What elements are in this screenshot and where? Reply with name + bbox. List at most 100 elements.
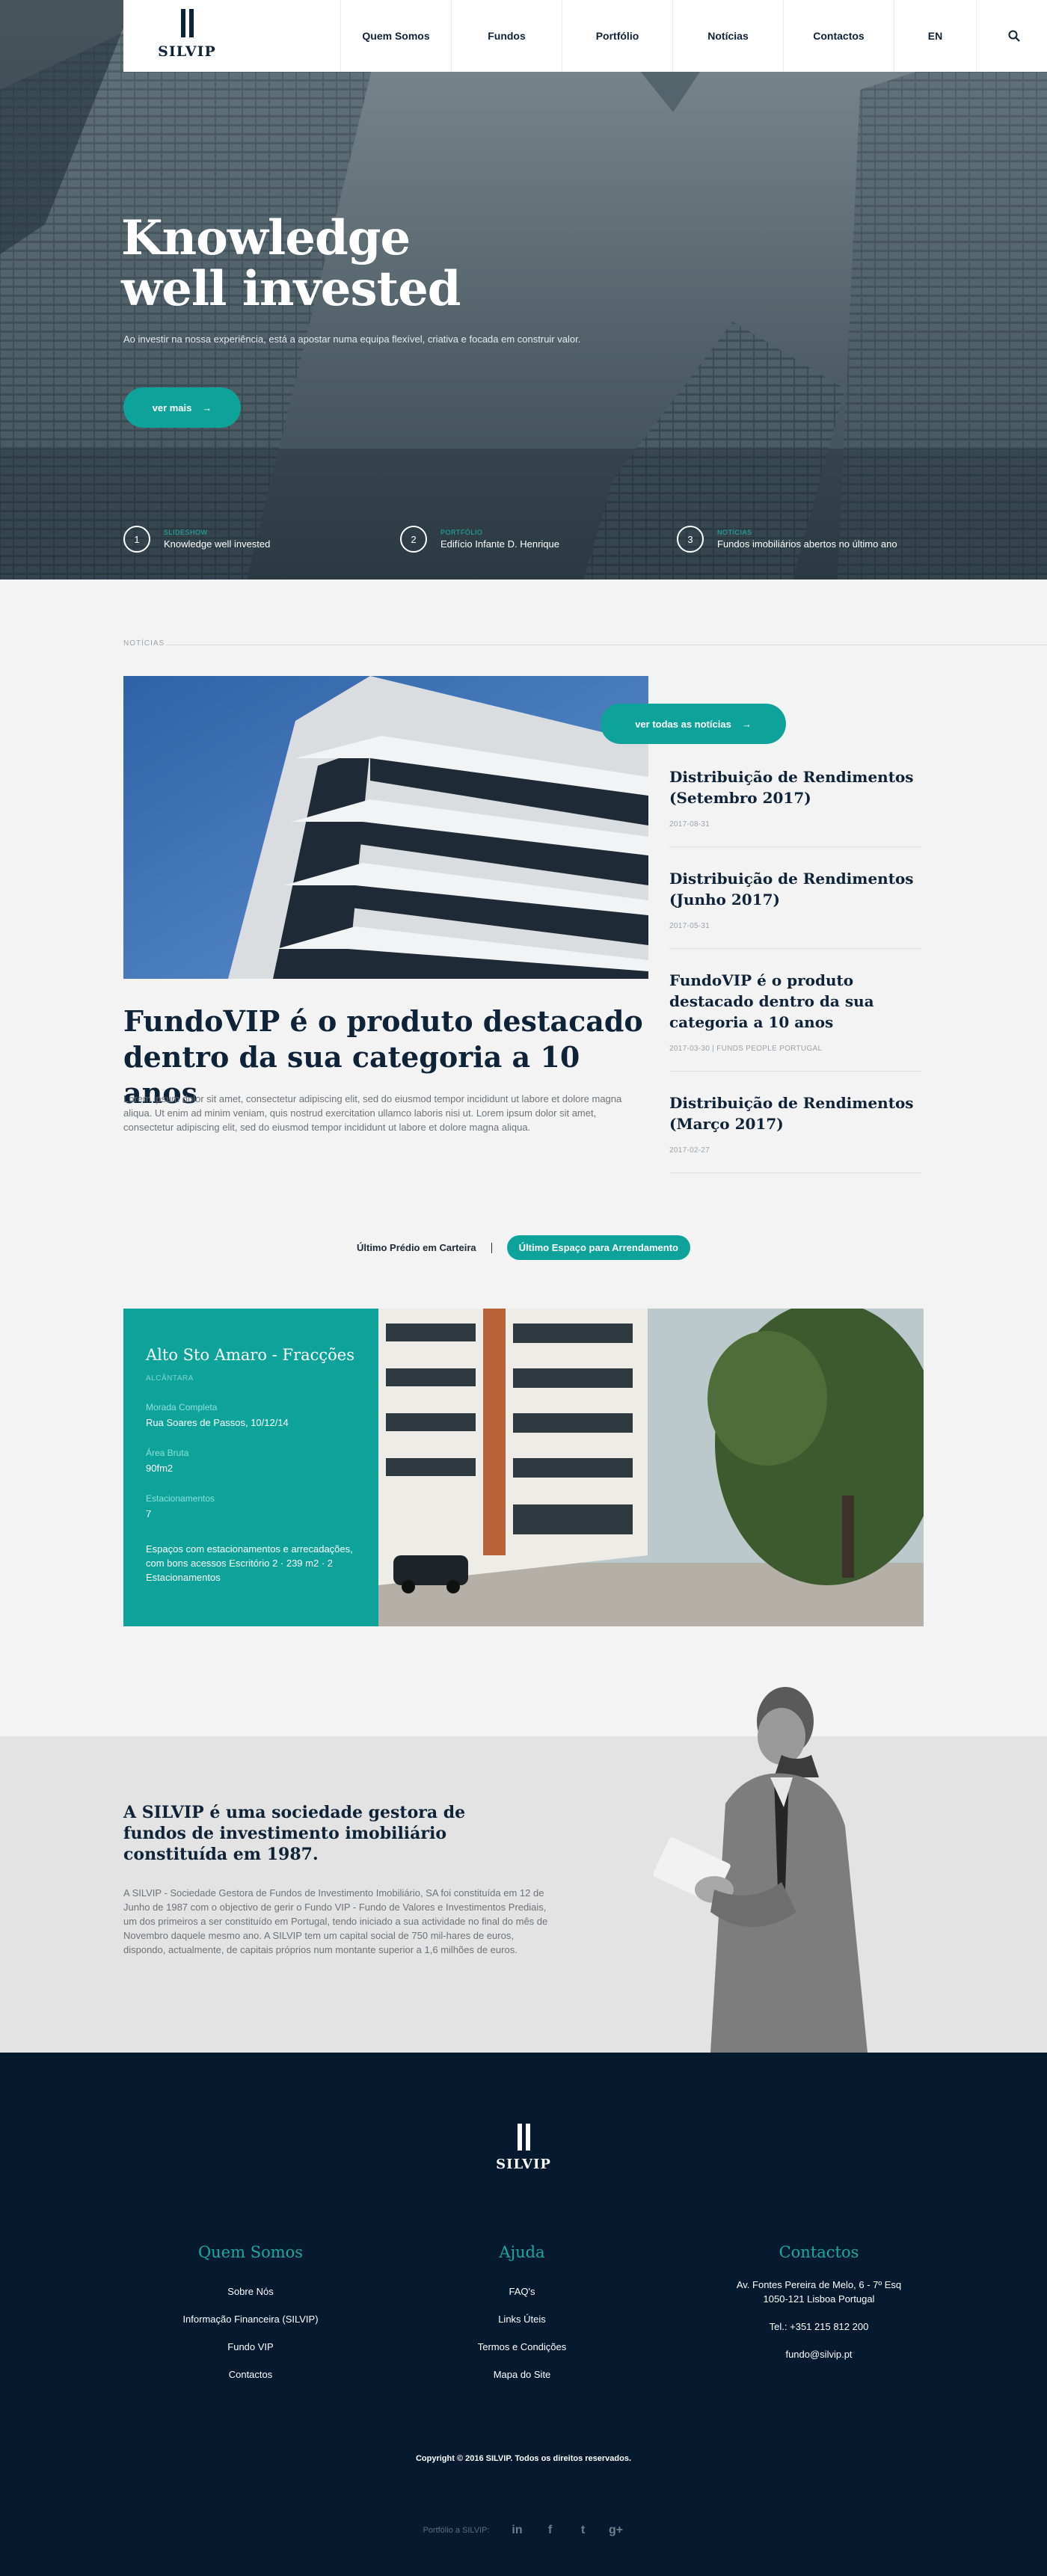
property-photo[interactable] [378,1309,924,1626]
nav-item-noticias[interactable]: Notícias [672,0,783,72]
step-label: SLIDESHOW [164,529,208,536]
footer-col-title: Ajuda [499,2243,545,2261]
facebook-icon[interactable]: f [542,2522,559,2539]
twitter-icon[interactable]: t [575,2522,592,2539]
copyright-text: Copyright © 2016 SILVIP. Todos os direit… [415,2454,632,2463]
hero-slide-steps: 1 SLIDESHOW Knowledge well invested 2 PO… [123,526,954,553]
featured-news-image[interactable] [123,676,648,979]
slide-step-3[interactable]: 3 NOTÍCIAS Fundos imobiliários abertos n… [677,526,954,553]
site-logo[interactable]: SILVIP [153,9,221,60]
footer-link[interactable]: Mapa do Site [372,2361,672,2388]
step-value: Fundos imobiliários abertos no último an… [717,538,897,550]
property-tabs: Último Prédio em Carteira Último Espaço … [0,1235,1047,1260]
step-number: 1 [123,526,150,553]
footer-link[interactable]: FAQ's [372,2278,672,2305]
news-list: Distribuição de Rendimentos (Setembro 20… [669,766,921,1194]
about-title: A SILVIP é uma sociedade gestora de fund… [123,1803,466,1864]
hero-cta-label: ver mais [152,402,192,414]
nav-item-fundos[interactable]: Fundos [451,0,562,72]
property-description: Espaços com estacionamentos e arrecadaçõ… [146,1543,353,1583]
address-line-2: 1050-121 Lisboa Portugal [763,2293,875,2305]
hero-title-line2: well invested [121,261,461,317]
news-item-title: Distribuição de Rendimentos (Setembro 20… [669,768,914,807]
hero-cta-button[interactable]: ver mais → [123,387,241,428]
news-item-date: 2017-02-27 [669,1146,710,1155]
logo-mark [153,9,221,37]
footer-col-title: Contactos [779,2243,859,2261]
footer-link[interactable]: Links Úteis [372,2305,672,2333]
step-number: 2 [400,526,427,553]
area-label: Área Bruta [146,1448,189,1458]
address-line-1: Av. Fontes Pereira de Melo, 6 - 7º Esq [736,2279,902,2290]
arrow-right-icon: → [741,718,752,730]
footer-col-quem-somos: Quem Somos Sobre Nós Informação Financei… [101,2243,400,2388]
main-nav: Quem Somos Fundos Portfólio Notícias Con… [340,0,1047,72]
featured-news-body: Lorem ipsum dolor sit amet, consectetur … [123,1093,622,1133]
footer-link[interactable]: Informação Financeira (SILVIP) [101,2305,400,2333]
page: SILVIP Quem Somos Fundos Portfólio Notíc… [0,0,1047,2576]
linkedin-icon[interactable]: in [509,2522,526,2539]
footer-email[interactable]: fundo@silvip.pt [669,2347,968,2361]
news-item[interactable]: Distribuição de Rendimentos (Março 2017)… [669,1092,921,1173]
news-item-title: FundoVIP é o produto destacado dentro da… [669,971,874,1031]
tab-separator [491,1242,492,1253]
footer-logo[interactable]: SILVIP [490,2124,557,2172]
top-navigation-bar: SILVIP Quem Somos Fundos Portfólio Notíc… [123,0,1047,72]
search-icon [1008,30,1020,42]
logo-mark [490,2124,557,2151]
footer-link[interactable]: Fundo VIP [101,2333,400,2361]
step-label: NOTÍCIAS [717,529,752,536]
hero-title: Knowledge well invested [121,213,461,315]
footer-col-contactos: Contactos Av. Fontes Pereira de Melo, 6 … [669,2243,968,2375]
step-value: Knowledge well invested [164,538,271,550]
news-item[interactable]: FundoVIP é o produto destacado dentro da… [669,970,921,1072]
news-item[interactable]: Distribuição de Rendimentos (Setembro 20… [669,766,921,847]
footer-link[interactable]: Contactos [101,2361,400,2388]
property-info-card: Alto Sto Amaro - Fracções ALCÂNTARA Mora… [123,1309,378,1626]
hero-subtitle: Ao investir na nossa experiência, está a… [123,333,581,345]
nav-item-quem-somos[interactable]: Quem Somos [340,0,451,72]
step-value: Edifício Infante D. Henrique [440,538,559,550]
businessman-photo [653,1687,868,2053]
street-building-photo [378,1309,924,1626]
property-location: ALCÂNTARA [146,1374,194,1383]
news-item[interactable]: Distribuição de Rendimentos (Junho 2017)… [669,868,921,949]
area-value: 90fm2 [146,1463,174,1474]
step-label: PORTFÓLIO [440,529,483,536]
tab-last-rental-space[interactable]: Último Espaço para Arrendamento [506,1235,690,1260]
nav-item-contactos[interactable]: Contactos [783,0,894,72]
googleplus-icon[interactable]: g+ [608,2522,624,2539]
footer-link[interactable]: Termos e Condições [372,2333,672,2361]
nav-item-portfolio[interactable]: Portfólio [562,0,672,72]
tab-last-building[interactable]: Último Prédio em Carteira [357,1242,476,1253]
news-item-date: 2017-05-31 [669,922,710,930]
footer-logo-text: SILVIP [496,2157,551,2172]
news-item-date: 2017-08-31 [669,820,710,829]
address-value: Rua Soares de Passos, 10/12/14 [146,1417,289,1428]
hero-title-line1: Knowledge [121,210,411,266]
social-links: Portfólio a SILVIP: in f t g+ [0,2522,1047,2539]
search-button[interactable] [976,0,1047,72]
footer-link[interactable]: Sobre Nós [101,2278,400,2305]
property-showcase: Alto Sto Amaro - Fracções ALCÂNTARA Mora… [123,1309,924,1626]
slide-step-1[interactable]: 1 SLIDESHOW Knowledge well invested [123,526,400,553]
see-all-news-label: ver todas as notícias [635,718,731,730]
building-photo [123,676,648,979]
slide-step-2[interactable]: 2 PORTFÓLIO Edifício Infante D. Henrique [400,526,677,553]
news-item-title: Distribuição de Rendimentos (Junho 2017) [669,870,914,909]
site-footer: SILVIP Quem Somos Sobre Nós Informação F… [0,2053,1047,2576]
parking-value: 7 [146,1508,152,1519]
news-item-title: Distribuição de Rendimentos (Março 2017) [669,1094,914,1133]
footer-col-ajuda: Ajuda FAQ's Links Úteis Termos e Condiçõ… [372,2243,672,2388]
news-item-date: 2017-03-30 | FUNDS PEOPLE PORTUGAL [669,1045,823,1053]
social-label: Portfólio a SILVIP: [423,2526,490,2535]
property-name: Alto Sto Amaro - Fracções [146,1346,355,1364]
logo-text: SILVIP [158,43,216,60]
language-switch[interactable]: EN [894,0,976,72]
parking-label: Estacionamentos [146,1493,215,1504]
address-label: Morada Completa [146,1402,218,1413]
see-all-news-button[interactable]: ver todas as notícias → [601,704,786,744]
footer-phone[interactable]: Tel.: +351 215 812 200 [669,2320,968,2334]
news-section-label: NOTÍCIAS [123,639,165,648]
arrow-right-icon: → [202,402,212,414]
